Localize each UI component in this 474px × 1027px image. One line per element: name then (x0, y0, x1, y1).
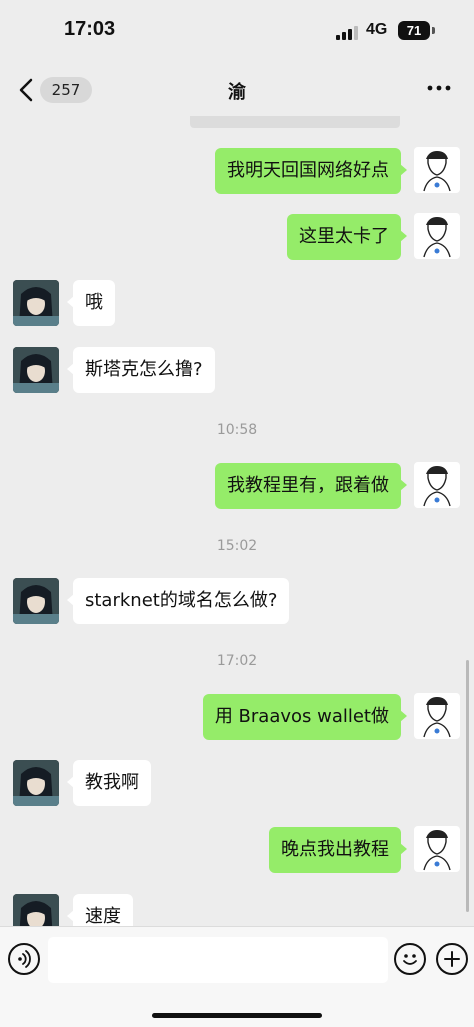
network-type: 4G (366, 21, 388, 38)
timestamp: 17:02 (216, 653, 258, 669)
message-bubble-outgoing[interactable]: 这里太卡了 (287, 214, 407, 260)
emoji-icon[interactable] (394, 943, 426, 975)
contact-avatar[interactable] (13, 578, 59, 624)
message-bubble-incoming[interactable]: 教我啊 (67, 760, 151, 806)
timestamp: 10:58 (216, 422, 258, 438)
message-bubble-outgoing[interactable]: 晚点我出教程 (269, 827, 407, 873)
voice-icon[interactable] (8, 943, 40, 975)
message-bubble-incoming[interactable]: starknet的域名怎么做? (66, 578, 290, 624)
my-avatar[interactable] (414, 693, 460, 739)
battery-tip (432, 27, 435, 34)
message-bubble-outgoing[interactable]: 我明天回国网络好点 (215, 148, 407, 194)
my-avatar[interactable] (414, 213, 460, 259)
unread-count-badge[interactable]: 257 (40, 77, 92, 103)
plus-icon[interactable] (436, 943, 468, 975)
my-avatar[interactable] (414, 462, 460, 508)
my-avatar[interactable] (414, 147, 460, 193)
message-bubble-outgoing[interactable]: 用 Braavos wallet做 (202, 694, 408, 740)
input-bar (0, 926, 474, 1027)
chat-header: 渝 257 (0, 64, 474, 116)
battery-icon: 71 (398, 21, 430, 40)
my-avatar[interactable] (414, 826, 460, 872)
ellipsis-icon[interactable] (426, 78, 452, 98)
message-list[interactable]: 我明天回国网络好点 这里太卡了 哦 斯塔克怎么撸? 10:58 我教程里有，跟着… (0, 116, 474, 926)
status-bar: 17:03 4G 71 (0, 0, 474, 64)
message-bubble-incoming[interactable]: 斯塔克怎么撸? (67, 347, 215, 393)
status-time: 17:03 (64, 18, 116, 40)
timestamp: 15:02 (216, 538, 258, 554)
scrollbar[interactable] (466, 660, 469, 912)
message-input[interactable] (48, 937, 388, 983)
message-bubble-incoming[interactable]: 哦 (67, 280, 115, 326)
home-indicator (152, 1013, 322, 1018)
signal-icon (336, 24, 358, 40)
chevron-left-icon[interactable] (14, 76, 38, 104)
contact-avatar[interactable] (13, 894, 59, 926)
previous-message-partial (190, 116, 400, 128)
contact-avatar[interactable] (13, 760, 59, 806)
contact-avatar[interactable] (13, 347, 59, 393)
contact-avatar[interactable] (13, 280, 59, 326)
message-bubble-incoming[interactable]: 速度 (67, 894, 133, 926)
message-bubble-outgoing[interactable]: 我教程里有，跟着做 (215, 463, 407, 509)
